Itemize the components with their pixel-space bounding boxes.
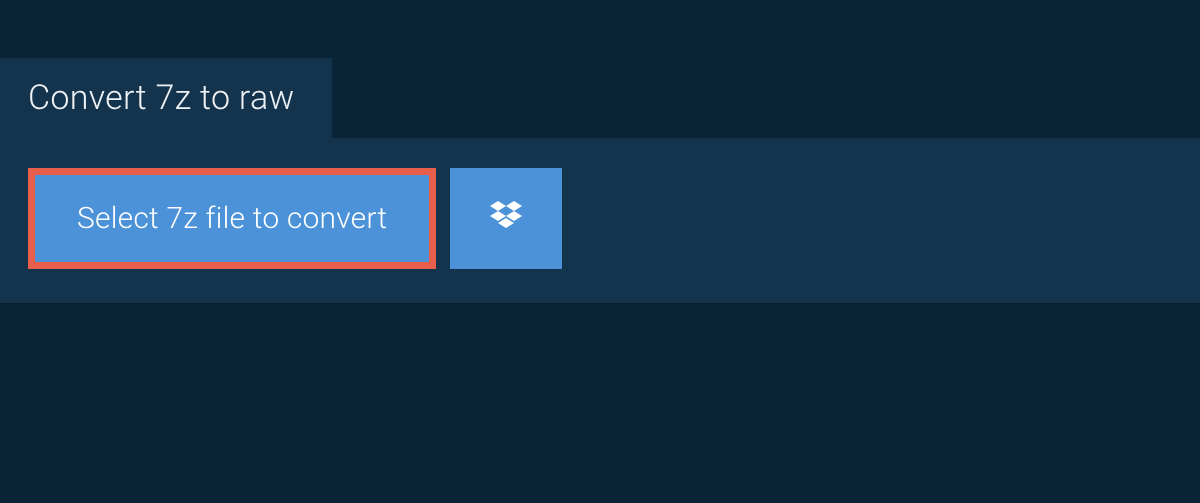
page-title: Convert 7z to raw — [28, 78, 294, 118]
conversion-panel: Select 7z file to convert — [0, 138, 1200, 303]
button-row: Select 7z file to convert — [28, 168, 1172, 269]
dropbox-icon — [486, 197, 526, 240]
tab-header: Convert 7z to raw — [0, 58, 332, 138]
below-panel — [0, 303, 1200, 503]
dropbox-button[interactable] — [450, 168, 562, 269]
select-file-button[interactable]: Select 7z file to convert — [28, 168, 436, 269]
